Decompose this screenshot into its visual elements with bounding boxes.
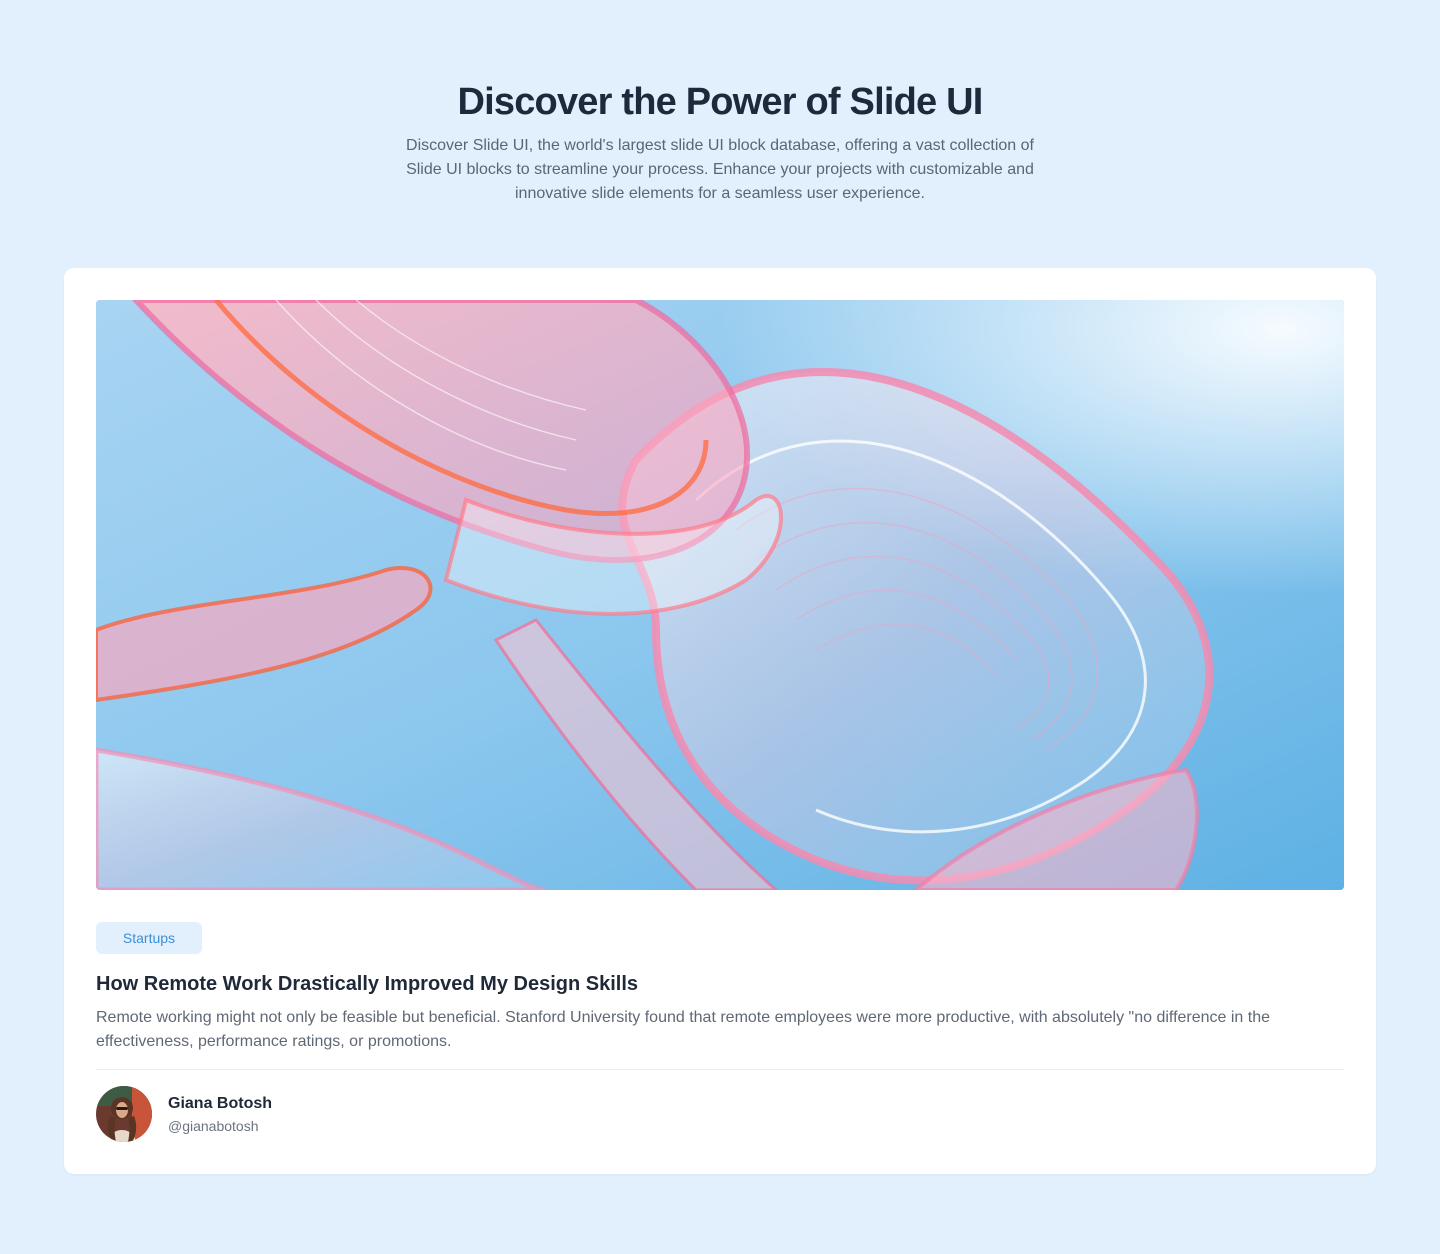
post-title[interactable]: How Remote Work Drastically Improved My … xyxy=(96,970,638,998)
page-subtitle: Discover Slide UI, the world's largest s… xyxy=(406,137,1034,202)
category-tag[interactable]: Startups xyxy=(96,922,202,954)
hero-header: Discover the Power of Slide UI Discover … xyxy=(0,78,1440,206)
blog-card[interactable]: Startups How Remote Work Drastically Imp… xyxy=(64,268,1376,1174)
post-excerpt: Remote working might not only be feasibl… xyxy=(96,1009,1271,1050)
divider xyxy=(96,1069,1344,1070)
post-cover-image[interactable] xyxy=(96,300,1344,890)
author-photo xyxy=(96,1086,152,1142)
author-handle: @gianabotosh xyxy=(168,1118,259,1134)
avatar[interactable] xyxy=(96,1086,152,1142)
abstract-ribbons-illustration xyxy=(96,300,1344,890)
page-title: Discover the Power of Slide UI xyxy=(457,81,983,123)
author-name[interactable]: Giana Botosh xyxy=(168,1094,272,1114)
